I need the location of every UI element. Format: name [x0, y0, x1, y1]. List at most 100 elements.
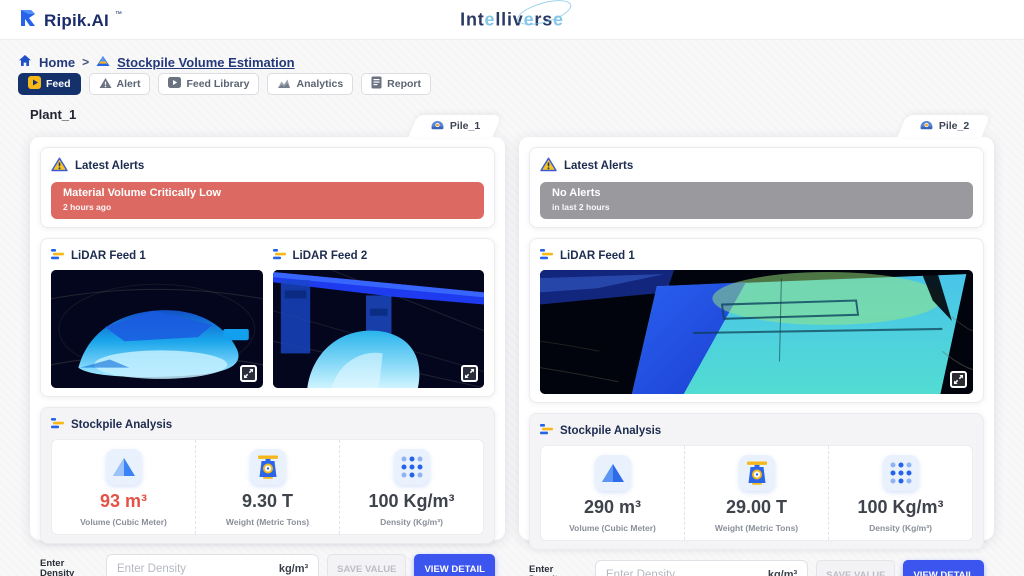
density-label: Density (Kg/m³) [869, 523, 932, 533]
lidar-feed-1: LiDAR Feed 1 [51, 245, 263, 388]
density-form-label: Enter Density [529, 565, 587, 576]
weight-label: Weight (Metric Tons) [226, 517, 309, 527]
pile-1-tab-label: Pile_1 [450, 120, 480, 132]
view-detail-button[interactable]: VIEW DETAIL [414, 554, 495, 576]
lidar-feeds-card: LiDAR Feed 1 [529, 238, 984, 403]
latest-alerts-card: Latest Alerts Material Volume Critically… [40, 147, 495, 228]
tab-report-label: Report [387, 78, 421, 90]
volume-value: 93 m³ [100, 491, 147, 512]
feed-bars-icon [51, 248, 64, 263]
app-root: Ripik.AI ™ Intelliverse Home > Stockpile… [0, 0, 1024, 576]
pile-1-tab[interactable]: Pile_1 [413, 115, 497, 137]
weight-value: 29.00 T [726, 497, 787, 518]
lidar-feed-1-title: LiDAR Feed 1 [71, 250, 146, 262]
view-detail-button[interactable]: VIEW DETAIL [903, 560, 984, 576]
pile-2-tab[interactable]: Pile_2 [902, 115, 986, 137]
breadcrumb-separator: > [82, 55, 89, 69]
lidar-feeds-card: LiDAR Feed 1 [40, 238, 495, 397]
feed-library-icon [168, 76, 181, 92]
alert-banner-subtitle: 2 hours ago [63, 202, 472, 212]
analysis-title: Stockpile Analysis [71, 419, 172, 431]
tab-analytics[interactable]: Analytics [267, 73, 353, 95]
analytics-chart-icon [277, 77, 291, 92]
tab-feed-library-label: Feed Library [186, 78, 249, 90]
density-value: 100 Kg/m³ [368, 491, 454, 512]
tab-feed-library[interactable]: Feed Library [158, 73, 259, 95]
volume-value: 290 m³ [584, 497, 641, 518]
density-value: 100 Kg/m³ [857, 497, 943, 518]
intelliverse-logo: Intelliverse [460, 9, 564, 30]
volume-label: Volume (Cubic Meter) [80, 517, 167, 527]
tab-feed-label: Feed [46, 78, 71, 90]
metric-volume: 290 m³ Volume (Cubic Meter) [541, 446, 684, 540]
density-form: Enter Density kg/m³ SAVE VALUE VIEW DETA… [40, 554, 495, 576]
save-value-button[interactable]: SAVE VALUE [816, 560, 895, 576]
stockpile-analysis-card: Stockpile Analysis 93 m³ Volume (Cubic M… [40, 407, 495, 544]
breadcrumb-current-page[interactable]: Stockpile Volume Estimation [117, 55, 294, 70]
metric-weight: 29.00 T Weight (Metric Tons) [684, 446, 828, 540]
lidar-feed-1-title: LiDAR Feed 1 [560, 250, 635, 262]
camera-icon [430, 119, 445, 134]
density-input-wrap: kg/m³ [595, 560, 808, 576]
alert-banner-title: Material Volume Critically Low [63, 187, 472, 199]
density-form-label: Enter Density [40, 559, 98, 576]
intelliverse-logo-text: Intelliverse [460, 9, 564, 29]
ripik-logo[interactable]: Ripik.AI ™ [18, 8, 122, 33]
analysis-title: Stockpile Analysis [560, 425, 661, 437]
save-value-button[interactable]: SAVE VALUE [327, 554, 406, 576]
density-unit: kg/m³ [768, 569, 797, 576]
feed-bars-icon [273, 248, 286, 263]
home-icon [18, 54, 32, 70]
density-unit: kg/m³ [279, 563, 308, 575]
metric-weight: 9.30 T Weight (Metric Tons) [195, 440, 339, 534]
feed-bars-icon [540, 248, 553, 263]
camera-icon [919, 119, 934, 134]
lidar-feed-2-title: LiDAR Feed 2 [293, 250, 368, 262]
top-header: Ripik.AI ™ Intelliverse [0, 0, 1024, 40]
warning-triangle-icon [540, 157, 557, 175]
density-input[interactable] [117, 563, 279, 575]
stockpile-analysis-card: Stockpile Analysis 290 m³ Volume (Cubic … [529, 413, 984, 550]
stockpile-icon [96, 55, 110, 70]
alerts-card-title: Latest Alerts [564, 160, 633, 172]
warning-triangle-icon [51, 157, 68, 175]
tab-bar: Feed Alert Feed Library Analytics Report [18, 73, 431, 95]
weight-label: Weight (Metric Tons) [715, 523, 798, 533]
brand-name: Ripik.AI [44, 11, 109, 31]
ripik-logo-icon [18, 8, 38, 33]
lidar-feed-2-image [273, 270, 485, 388]
lidar-feed-1-image [51, 270, 263, 388]
scale-icon [739, 455, 775, 491]
tab-alert[interactable]: Alert [89, 73, 151, 95]
alert-triangle-icon [99, 77, 112, 92]
metric-density: 100 Kg/m³ Density (Kg/m³) [339, 440, 483, 534]
brand-trademark: ™ [115, 11, 122, 18]
alert-banner-title: No Alerts [552, 187, 961, 199]
plant-title: Plant_1 [30, 107, 76, 122]
expand-icon[interactable] [950, 371, 967, 388]
tab-analytics-label: Analytics [296, 78, 343, 90]
tab-feed[interactable]: Feed [18, 73, 81, 95]
alert-banner-none: No Alerts in last 2 hours [540, 182, 973, 219]
weight-value: 9.30 T [242, 491, 293, 512]
analysis-bars-icon [540, 423, 553, 438]
metric-density: 100 Kg/m³ Density (Kg/m³) [828, 446, 972, 540]
play-icon [28, 76, 41, 92]
lidar-feed-1: LiDAR Feed 1 [540, 245, 973, 394]
volume-label: Volume (Cubic Meter) [569, 523, 656, 533]
pile-2-tab-label: Pile_2 [939, 120, 969, 132]
tab-report[interactable]: Report [361, 73, 431, 95]
report-document-icon [371, 76, 382, 92]
alert-banner-critical: Material Volume Critically Low 2 hours a… [51, 182, 484, 219]
density-dots-icon [883, 455, 919, 491]
pile-1-panel: Pile_1 Latest Alerts Material Volume Cri… [30, 137, 505, 540]
density-dots-icon [394, 449, 430, 485]
analysis-bars-icon [51, 417, 64, 432]
expand-icon[interactable] [240, 365, 257, 382]
lidar-feed-1-image [540, 270, 973, 394]
breadcrumb-home-link[interactable]: Home [39, 55, 75, 70]
pyramid-icon [106, 449, 142, 485]
density-input[interactable] [606, 569, 768, 576]
expand-icon[interactable] [461, 365, 478, 382]
breadcrumb: Home > Stockpile Volume Estimation [18, 54, 295, 70]
